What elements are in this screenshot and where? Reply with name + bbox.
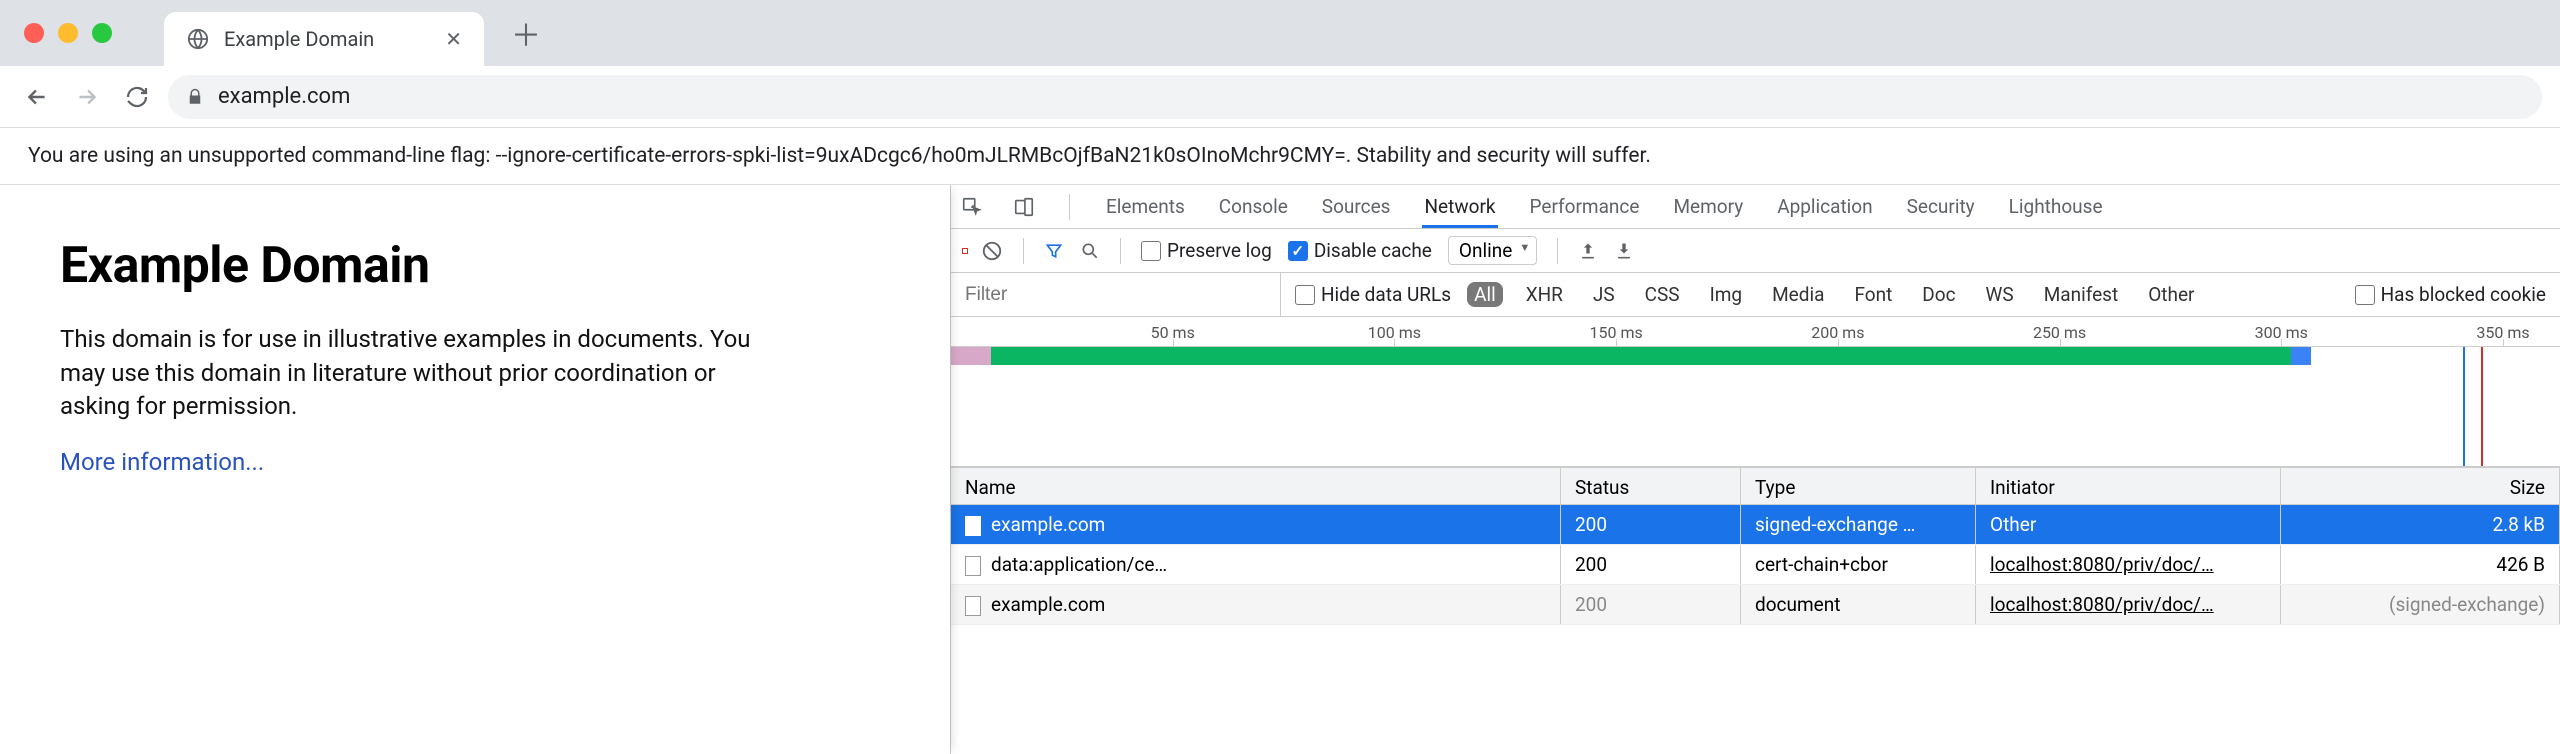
filter-chip-js[interactable]: JS [1586, 282, 1622, 307]
browser-tab[interactable]: Example Domain ✕ [164, 12, 484, 66]
preserve-log-checkbox[interactable]: Preserve log [1141, 239, 1272, 262]
network-row[interactable]: example.com200signed-exchange …Other2.8 … [951, 505, 2560, 545]
page-content: Example Domain This domain is for use in… [0, 185, 950, 754]
more-info-link[interactable]: More information... [60, 448, 264, 476]
devtools-tab-sources[interactable]: Sources [1320, 185, 1393, 228]
devtools-tab-elements[interactable]: Elements [1104, 185, 1187, 228]
timeline-overview[interactable] [951, 347, 2560, 467]
globe-icon [186, 27, 210, 51]
blocked-cookies-checkbox[interactable]: Has blocked cookie [2355, 283, 2546, 306]
lock-icon [186, 88, 204, 106]
network-filter-row: Hide data URLs All XHR JS CSS Img Media Font Do… [951, 273, 2560, 317]
network-toolbar: Preserve log Disable cache Online [951, 229, 2560, 273]
page-heading: Example Domain [60, 237, 890, 295]
domcontentloaded-marker [2463, 347, 2465, 466]
devtools-panel: Elements Console Sources Network Performance… [950, 185, 2560, 754]
close-tab-icon[interactable]: ✕ [445, 27, 462, 51]
devtools-tab-security[interactable]: Security [1905, 185, 1977, 228]
filter-icon[interactable] [1044, 241, 1064, 261]
filter-chip-css[interactable]: CSS [1638, 282, 1687, 307]
hide-data-urls-checkbox[interactable]: Hide data URLs [1295, 283, 1451, 306]
toolbar: example.com [0, 66, 2560, 128]
col-header-type[interactable]: Type [1741, 468, 1976, 504]
disable-cache-checkbox[interactable]: Disable cache [1288, 239, 1432, 262]
file-icon [965, 556, 981, 576]
network-row[interactable]: example.com200documentlocalhost:8080/pri… [951, 585, 2560, 625]
devtools-tab-application[interactable]: Application [1775, 185, 1874, 228]
file-icon [965, 596, 981, 616]
page-paragraph: This domain is for use in illustrative e… [60, 323, 780, 424]
new-tab-button[interactable]: ＋ [504, 11, 548, 55]
col-header-initiator[interactable]: Initiator [1976, 468, 2281, 504]
filter-chip-xhr[interactable]: XHR [1519, 282, 1570, 307]
device-toolbar-icon[interactable] [1013, 196, 1035, 218]
devtools-tab-lighthouse[interactable]: Lighthouse [2007, 185, 2105, 228]
tab-title: Example Domain [224, 27, 431, 51]
window-close-button[interactable] [24, 23, 44, 43]
filter-chip-img[interactable]: Img [1703, 282, 1750, 307]
devtools-tabbar: Elements Console Sources Network Performance… [951, 185, 2560, 229]
devtools-tab-network[interactable]: Network [1422, 185, 1497, 228]
col-header-status[interactable]: Status [1561, 468, 1741, 504]
address-bar[interactable]: example.com [168, 75, 2542, 119]
filter-input[interactable] [951, 273, 1281, 316]
file-icon [965, 516, 981, 536]
filter-chip-manifest[interactable]: Manifest [2037, 282, 2126, 307]
filter-chip-other[interactable]: Other [2141, 282, 2201, 307]
filter-chip-media[interactable]: Media [1765, 282, 1831, 307]
forward-button[interactable] [68, 78, 106, 116]
window-maximize-button[interactable] [92, 23, 112, 43]
filter-chip-font[interactable]: Font [1847, 282, 1899, 307]
back-button[interactable] [18, 78, 56, 116]
reload-button[interactable] [118, 78, 156, 116]
network-table-header[interactable]: Name Status Type Initiator Size [951, 467, 2560, 505]
tab-strip: Example Domain ✕ ＋ [0, 0, 2560, 66]
search-icon[interactable] [1080, 241, 1100, 261]
upload-har-icon[interactable] [1578, 241, 1598, 261]
throttling-select[interactable]: Online [1448, 236, 1537, 265]
download-har-icon[interactable] [1614, 241, 1634, 261]
inspect-element-icon[interactable] [961, 196, 983, 218]
filter-chip-all[interactable]: All [1467, 282, 1503, 307]
filter-chip-doc[interactable]: Doc [1915, 282, 1962, 307]
window-controls [24, 23, 112, 43]
load-marker [2481, 347, 2483, 466]
window-minimize-button[interactable] [58, 23, 78, 43]
devtools-tab-performance[interactable]: Performance [1528, 185, 1642, 228]
infobar-warning: You are using an unsupported command-lin… [0, 128, 2560, 185]
col-header-name[interactable]: Name [951, 468, 1561, 504]
filter-chip-ws[interactable]: WS [1979, 282, 2021, 307]
network-row[interactable]: data:application/ce…200cert-chain+cborlo… [951, 545, 2560, 585]
timeline-ruler[interactable]: 50 ms100 ms150 ms200 ms250 ms300 ms350 m… [951, 317, 2560, 347]
devtools-tab-memory[interactable]: Memory [1671, 185, 1745, 228]
col-header-size[interactable]: Size [2281, 468, 2560, 504]
url-text: example.com [218, 84, 350, 109]
clear-button[interactable] [981, 240, 1003, 262]
devtools-tab-console[interactable]: Console [1217, 185, 1290, 228]
